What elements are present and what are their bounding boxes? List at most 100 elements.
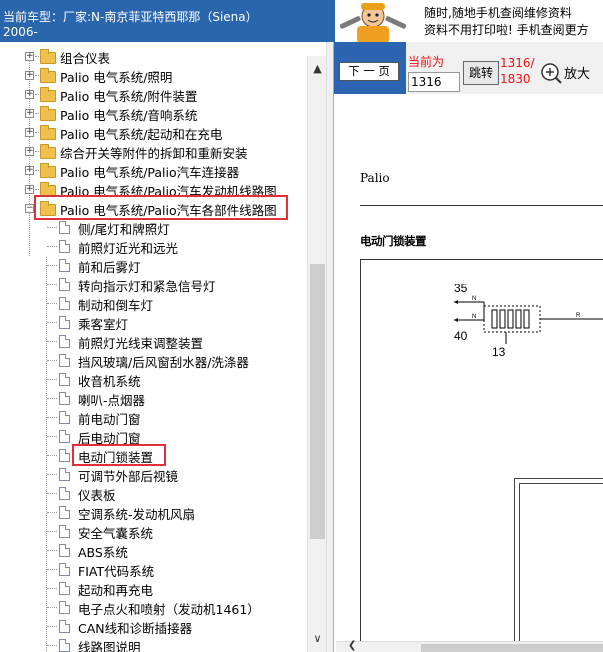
tree-folder-label[interactable]: Palio 电气系统/音响系统 [60,105,197,124]
tree-item-row[interactable]: 喇叭-点烟器 [0,389,300,408]
zoom-in-label[interactable]: 放大 [564,63,590,82]
tree-connector [47,588,57,589]
page-number-input[interactable]: 1316 [408,72,460,92]
tree-item-label[interactable]: CAN线和诊断插接器 [78,618,192,637]
panel-splitter[interactable] [326,42,334,652]
document-icon [59,544,70,557]
tree-folder-row[interactable]: + Palio 电气系统/起动和在充电 [0,123,300,142]
tree-item-label[interactable]: 转向指示灯和紧急信号灯 [78,276,216,295]
next-page-button[interactable]: 下 一 页 [339,62,399,81]
tree-item-label[interactable]: 仪表板 [78,485,116,504]
diagram-label-40: 40 [454,329,468,343]
tree-item-row[interactable]: 侧/尾灯和牌照灯 [0,218,300,237]
scroll-up-arrow-icon[interactable]: ▲ [308,56,327,82]
tree-item-label[interactable]: 前电动门窗 [78,409,141,428]
tree-connector [35,75,39,76]
tree-item-row[interactable]: 挡风玻璃/后风窗刮水器/洗涤器 [0,351,300,370]
tree-item-label[interactable]: 侧/尾灯和牌照灯 [78,219,170,238]
scroll-thumb[interactable] [310,264,325,539]
tree-item-label[interactable]: 电子点火和喷射（发动机1461） [78,599,260,618]
tree-item-label[interactable]: FIAT代码系统 [78,561,154,580]
tree-item-row[interactable]: ABS系统 [0,541,300,560]
document-icon [59,278,70,291]
tree-item-row[interactable]: CAN线和诊断插接器 [0,617,300,636]
tree-item-row[interactable]: 前照灯近光和远光 [0,237,300,256]
horizontal-scroll-thumb[interactable] [421,644,603,652]
tree-folder-label[interactable]: 组合仪表 [60,48,110,67]
tree-item-label[interactable]: ABS系统 [78,542,128,561]
vehicle-year: 2006- [3,25,38,39]
tree-item-row[interactable]: 仪表板 [0,484,300,503]
expand-plus-icon[interactable]: + [25,71,34,80]
tree-folder-row[interactable]: + 综合开关等附件的拆卸和重新安装 [0,142,300,161]
tree-item-row[interactable]: 前和后雾灯 [0,256,300,275]
tree-item-row[interactable]: 电子点火和喷射（发动机1461） [0,598,300,617]
tree-folder-label[interactable]: Palio 电气系统/起动和在充电 [60,124,222,143]
folder-icon [40,163,56,178]
tree-item-row[interactable]: 乘客室灯 [0,313,300,332]
tree-item-label[interactable]: 可调节外部后视镜 [78,466,178,485]
tree-item-row[interactable]: 可调节外部后视镜 [0,465,300,484]
tree-folder-row[interactable]: + Palio 电气系统/附件装置 [0,85,300,104]
tree-item-row[interactable]: 收音机系统 [0,370,300,389]
tree-connector [47,569,57,570]
tree-folder-label[interactable]: Palio 电气系统/Palio汽车连接器 [60,162,239,181]
tree-item-label[interactable]: 前和后雾灯 [78,257,141,276]
tree-folder-row[interactable]: + Palio 电气系统/Palio汽车连接器 [0,161,300,180]
tree-connector [47,398,57,399]
document-icon [59,411,70,424]
tree-item-label[interactable]: 空调系统-发动机风扇 [78,504,195,523]
tree-folder-label[interactable]: 综合开关等附件的拆卸和重新安装 [60,143,248,162]
tree-item-label[interactable]: 前照灯近光和远光 [78,238,178,257]
tree-folder-row[interactable]: + 组合仪表 [0,47,300,66]
expand-plus-icon[interactable]: + [25,185,34,194]
tree-item-label[interactable]: 起动和再充电 [78,580,153,599]
app-window: 当前车型：厂家:N-南京菲亚特西耶那（Siena） 2006- 随时,随地手机查… [0,0,603,652]
banner-line-2: 资料不用打印啦! 手机查阅更方 [424,23,589,37]
tree-item-label[interactable]: 乘客室灯 [78,314,128,333]
folder-icon [40,144,56,159]
ad-banner[interactable]: 随时,随地手机查阅维修资料 资料不用打印啦! 手机查阅更方 [335,0,603,44]
tree-folder-label[interactable]: Palio 电气系统/照明 [60,67,172,86]
expand-plus-icon[interactable]: + [25,90,34,99]
tree-folder-label[interactable]: Palio 电气系统/附件装置 [60,86,197,105]
document-icon [59,620,70,633]
scroll-left-arrow-icon[interactable]: ❮ [348,640,356,651]
folder-icon [40,87,56,102]
tree-item-label[interactable]: 安全气囊系统 [78,523,153,542]
tree-vertical-scrollbar[interactable]: ▲ ∨ [307,56,327,652]
tree-item-row[interactable]: 安全气囊系统 [0,522,300,541]
tree-item-label[interactable]: 收音机系统 [78,371,141,390]
tree-item-row[interactable]: 前照灯光线束调整装置 [0,332,300,351]
tree-connector [35,94,39,95]
tree-item-label[interactable]: 挡风玻璃/后风窗刮水器/洗涤器 [78,352,249,371]
expand-plus-icon[interactable]: + [25,109,34,118]
expand-plus-icon[interactable]: + [25,128,34,137]
document-icon [59,563,70,576]
tree-item-label[interactable]: 制动和倒车灯 [78,295,153,314]
tree-item-row[interactable]: 起动和再充电 [0,579,300,598]
expand-plus-icon[interactable]: + [25,166,34,175]
tree-item-row[interactable]: 空调系统-发动机风扇 [0,503,300,522]
folder-icon [40,68,56,83]
expand-plus-icon[interactable]: + [25,147,34,156]
tree-folder-row[interactable]: + Palio 电气系统/音响系统 [0,104,300,123]
collapse-minus-icon[interactable]: − [25,204,34,213]
zoom-in-icon[interactable] [540,62,562,84]
tree-item-label[interactable]: 前照灯光线束调整装置 [78,333,203,352]
document-horizontal-scrollbar[interactable]: ❮ [336,640,603,652]
tree-folder-row[interactable]: + Palio 电气系统/照明 [0,66,300,85]
section-title: 电动门锁装置 [360,234,427,248]
tree-item-row[interactable]: FIAT代码系统 [0,560,300,579]
tree-item-label[interactable]: 喇叭-点烟器 [78,390,145,409]
tree-item-row[interactable]: 前电动门窗 [0,408,300,427]
scroll-down-arrow-icon[interactable]: ∨ [308,628,327,650]
tree-item-row[interactable]: 转向指示灯和紧急信号灯 [0,275,300,294]
open-folder-highlight [34,195,288,220]
tree-item-label[interactable]: 线路图说明 [78,637,141,652]
tree-item-row[interactable]: 线路图说明 [0,636,300,652]
tree-connector [47,550,57,551]
expand-plus-icon[interactable]: + [25,52,34,61]
jump-button[interactable]: 跳转 [463,61,499,85]
tree-item-row[interactable]: 制动和倒车灯 [0,294,300,313]
